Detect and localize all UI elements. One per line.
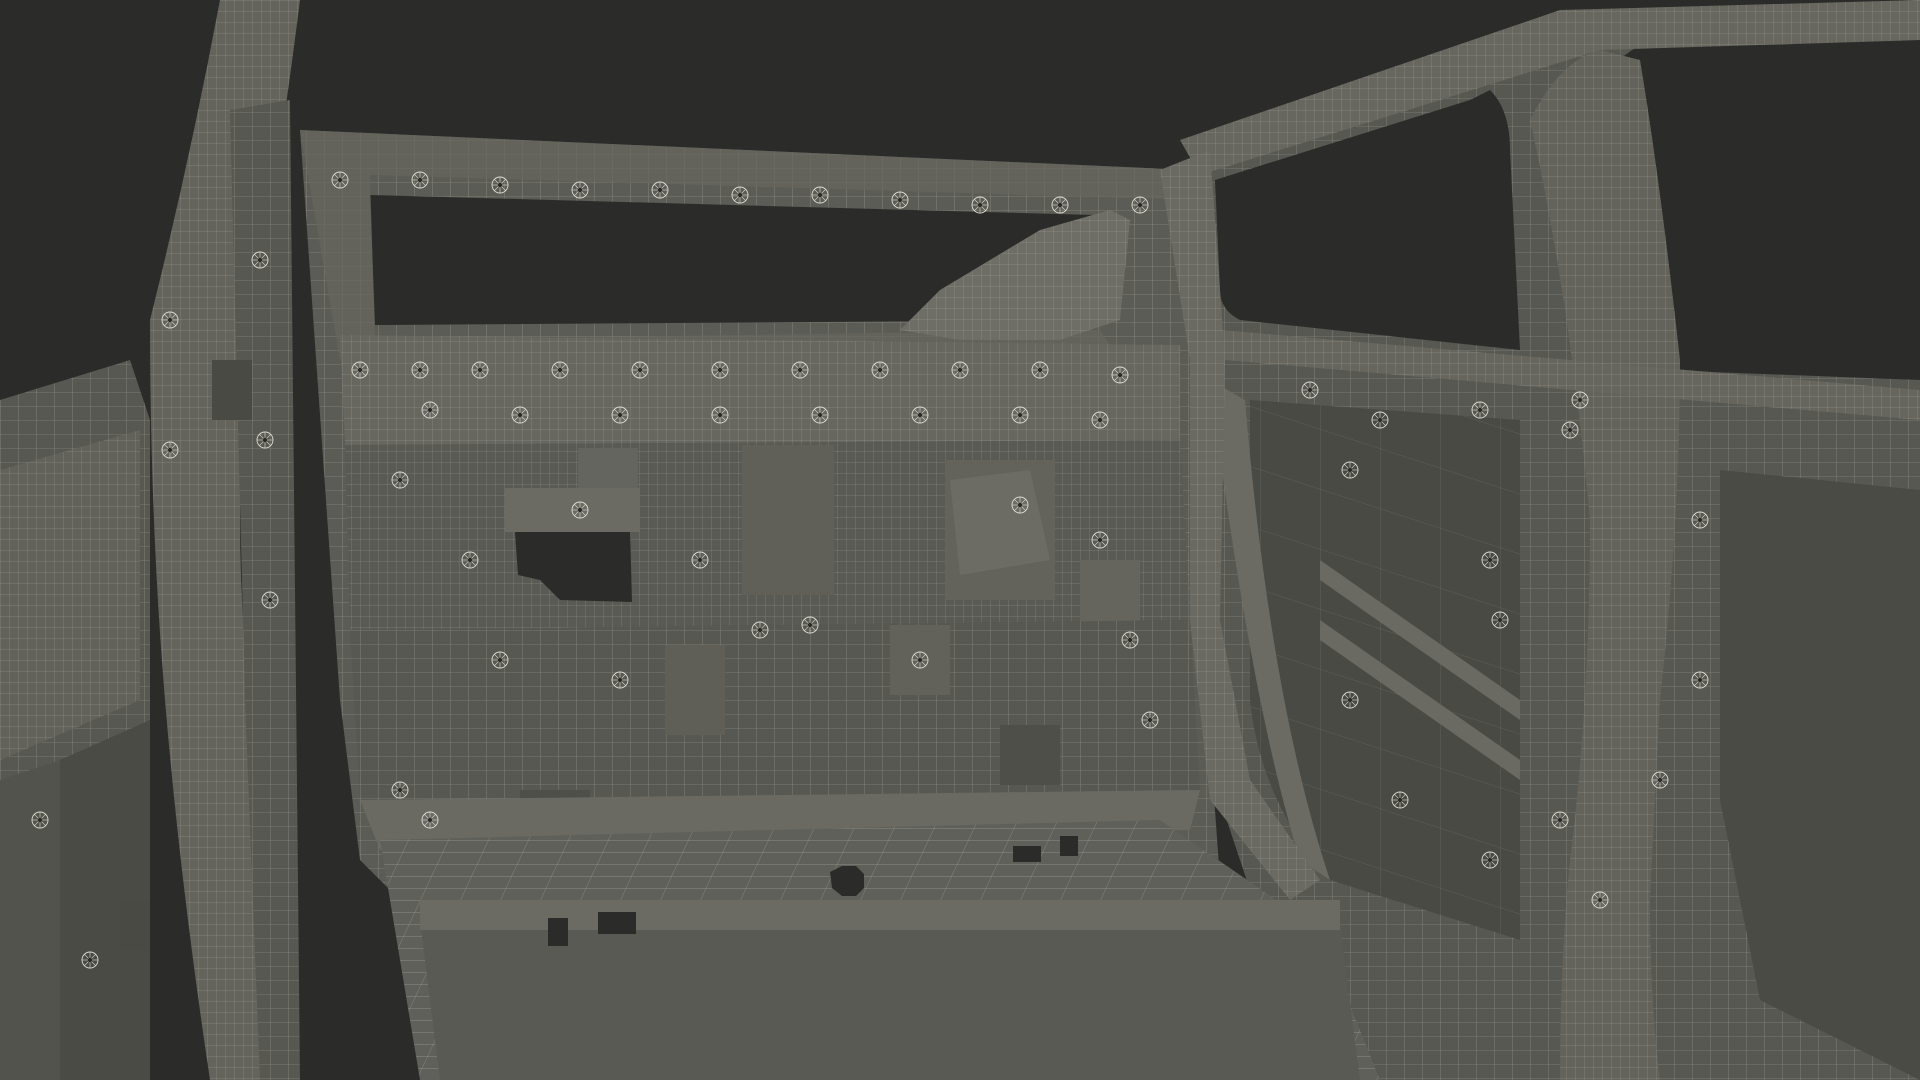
mount-point-hole [267,597,273,603]
mount-point-hole [1397,797,1403,803]
mount-point-hole [657,187,663,193]
mount-point-hole [1377,417,1383,423]
mount-point-hole [1577,397,1583,403]
mount-point-hole [357,367,363,373]
mount-point-hole [617,677,623,683]
mount-point-hole [497,182,503,188]
mount-point-hole [1147,717,1153,723]
floor-slot [598,912,636,934]
mount-point-hole [1307,387,1313,393]
mount-point-hole [1487,857,1493,863]
mount-point-hole [1487,557,1493,563]
mount-point-hole [427,817,433,823]
mount-point-hole [167,447,173,453]
mount-point-hole [477,367,483,373]
mount-point-hole [977,202,983,208]
mount-point-hole [817,412,823,418]
mount-point-hole [897,197,903,203]
mount-point-hole [737,192,743,198]
mount-point-hole [807,622,813,628]
mount-point-hole [337,177,343,183]
mount-point-hole [1347,467,1353,473]
mount-point-hole [87,957,93,963]
floor-slot [1013,846,1041,862]
mount-point-hole [1097,417,1103,423]
wireframe-cab-render [0,0,1920,1080]
mount-point-hole [557,367,563,373]
mount-point-hole [1127,637,1133,643]
mount-point-hole [917,412,923,418]
mount-point-hole [417,367,423,373]
mount-point-hole [467,557,473,563]
mount-point-hole [697,557,703,563]
mount-point-hole [577,187,583,193]
mount-point-hole [517,412,523,418]
mount-point-hole [637,367,643,373]
mount-point-hole [427,407,433,413]
mount-point-hole [717,412,723,418]
mount-point-hole [757,627,763,633]
mount-point-hole [1037,367,1043,373]
mount-point-hole [1057,202,1063,208]
mount-point-hole [817,192,823,198]
floor-slot [548,918,568,946]
mount-point-hole [1137,202,1143,208]
mount-point-hole [717,367,723,373]
mount-point-hole [497,657,503,663]
mount-point-hole [1657,777,1663,783]
mount-point-hole [1557,817,1563,823]
mount-point-hole [1567,427,1573,433]
mount-point-hole [397,477,403,483]
mount-point-hole [877,367,883,373]
mount-point-hole [1347,697,1353,703]
floor-slot [1060,836,1078,856]
mount-point-hole [37,817,43,823]
mount-point-hole [1017,502,1023,508]
mount-point-hole [1477,407,1483,413]
mount-point-hole [1697,517,1703,523]
mount-point-hole [1097,537,1103,543]
rear-cab-panel [300,130,1220,900]
mount-point-hole [1597,897,1603,903]
render-viewport [0,0,1920,1080]
mount-point-hole [1697,677,1703,683]
mount-point-hole [1497,617,1503,623]
mount-point-hole [617,412,623,418]
mount-point-hole [577,507,583,513]
mount-point-hole [957,367,963,373]
mount-point-hole [262,437,268,443]
mount-point-hole [417,177,423,183]
mount-point-hole [917,657,923,663]
mount-point-hole [167,317,173,323]
mount-point-hole [797,367,803,373]
mount-point-hole [397,787,403,793]
mount-point-hole [1017,412,1023,418]
mount-point-hole [1117,372,1123,378]
mount-point-hole [257,257,263,263]
